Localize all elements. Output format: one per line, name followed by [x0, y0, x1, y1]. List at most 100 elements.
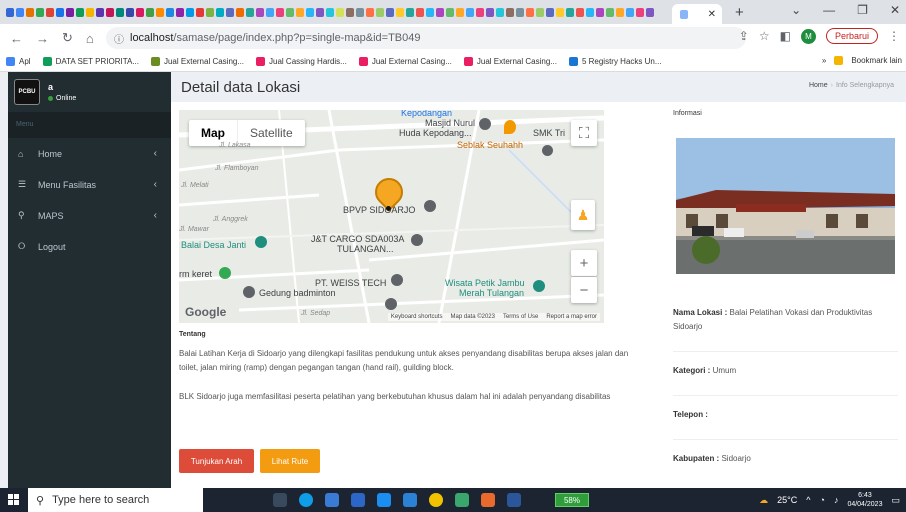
pegman-icon[interactable]: ♟: [571, 200, 595, 230]
tab-favicon-icon[interactable]: [366, 7, 374, 17]
star-icon[interactable]: ☆: [759, 29, 770, 43]
tab-favicon-icon[interactable]: [6, 7, 14, 17]
tab-favicon-icon[interactable]: [196, 7, 204, 17]
tab-favicon-icon[interactable]: [516, 7, 524, 17]
poi-marker-icon[interactable]: [385, 298, 397, 310]
tab-favicon-icon[interactable]: [646, 7, 654, 17]
tab-favicon-icon[interactable]: [566, 7, 574, 17]
taskbar-search-input[interactable]: ⚲ Type here to search: [28, 488, 203, 512]
tab-favicon-icon[interactable]: [146, 7, 154, 17]
url-input[interactable]: ⓘ localhost/samase/page/index.php?p=sing…: [106, 27, 746, 49]
tab-favicon-icon[interactable]: [506, 7, 514, 17]
tab-favicon-icon[interactable]: [386, 7, 394, 17]
update-button[interactable]: Perbarui: [825, 28, 878, 44]
tab-favicon-icon[interactable]: [446, 7, 454, 17]
tab-favicon-icon[interactable]: [96, 7, 104, 17]
clock[interactable]: 6:43 04/04/2023: [847, 491, 882, 509]
tab-favicon-icon[interactable]: [626, 7, 634, 17]
bookmark-item[interactable]: DATA SET PRIORITA...: [42, 57, 139, 66]
temperature[interactable]: 25°C: [777, 495, 797, 505]
breadcrumb-home[interactable]: Home: [809, 82, 828, 89]
tab-favicon-icon[interactable]: [26, 7, 34, 17]
tab-favicon-icon[interactable]: [326, 7, 334, 17]
keyboard-shortcuts-link[interactable]: Keyboard shortcuts: [391, 314, 443, 320]
bookmark-item[interactable]: Jual Cassing Hardis...: [256, 57, 347, 66]
tab-favicon-icon[interactable]: [476, 7, 484, 17]
word-icon[interactable]: [507, 493, 521, 507]
tab-favicon-icon[interactable]: [616, 7, 624, 17]
new-tab-icon[interactable]: +: [735, 4, 744, 21]
tab-favicon-icon[interactable]: [346, 7, 354, 17]
volume-icon[interactable]: ♪: [834, 495, 839, 505]
tab-favicon-icon[interactable]: [216, 7, 224, 17]
food-marker-icon[interactable]: [504, 120, 516, 134]
tab-favicon-icon[interactable]: [396, 7, 404, 17]
task-view-icon[interactable]: [273, 493, 287, 507]
tab-favicon-icon[interactable]: [456, 7, 464, 17]
report-error-link[interactable]: Report a map error: [546, 314, 597, 320]
app-icon[interactable]: [455, 493, 469, 507]
tab-favicon-icon[interactable]: [16, 7, 24, 17]
fullscreen-icon[interactable]: ⛶: [571, 120, 597, 146]
kebab-menu-icon[interactable]: ⋮: [888, 29, 900, 43]
other-bookmarks[interactable]: Bookmark lain: [851, 56, 902, 65]
tab-favicons[interactable]: [6, 7, 654, 17]
tab-favicon-icon[interactable]: [276, 7, 284, 17]
market-marker-icon[interactable]: [219, 267, 231, 279]
store-icon[interactable]: [351, 493, 365, 507]
tab-favicon-icon[interactable]: [336, 7, 344, 17]
zoom-out-button[interactable]: −: [571, 277, 597, 303]
notifications-icon[interactable]: ▭: [891, 495, 900, 506]
windows-start-icon[interactable]: [0, 494, 28, 506]
mail-icon[interactable]: [377, 493, 391, 507]
bookmark-item[interactable]: Jual External Casing...: [463, 57, 557, 66]
tab-favicon-icon[interactable]: [236, 7, 244, 17]
bookmark-item[interactable]: Apl: [6, 57, 31, 66]
sidebar-item-home[interactable]: ⌂ Home ‹: [8, 138, 171, 169]
tab-favicon-icon[interactable]: [206, 7, 214, 17]
xampp-icon[interactable]: [481, 493, 495, 507]
tab-favicon-icon[interactable]: [306, 7, 314, 17]
weather-icon[interactable]: ☁: [759, 495, 768, 506]
sidebar-item-menu-fasilitas[interactable]: ☰ Menu Fasilitas ‹: [8, 169, 171, 200]
tab-favicon-icon[interactable]: [376, 7, 384, 17]
school-marker-icon[interactable]: [542, 145, 553, 156]
tab-favicon-icon[interactable]: [166, 7, 174, 17]
tab-favicon-icon[interactable]: [126, 7, 134, 17]
home-browser-icon[interactable]: ⌂: [86, 31, 94, 46]
bookmark-item[interactable]: 5 Registry Hacks Un...: [568, 57, 662, 66]
badminton-marker-icon[interactable]: [243, 286, 255, 298]
bookmark-item[interactable]: Jual External Casing...: [358, 57, 452, 66]
profile-avatar[interactable]: M: [800, 28, 816, 44]
tab-favicon-icon[interactable]: [496, 7, 504, 17]
vscode-icon[interactable]: [403, 493, 417, 507]
tab-favicon-icon[interactable]: [606, 7, 614, 17]
tab-favicon-icon[interactable]: [316, 7, 324, 17]
tab-favicon-icon[interactable]: [66, 7, 74, 17]
tab-favicon-icon[interactable]: [596, 7, 604, 17]
sidepanel-icon[interactable]: ◧: [780, 29, 791, 43]
weiss-marker-icon[interactable]: [391, 274, 403, 286]
tab-favicon-icon[interactable]: [526, 7, 534, 17]
tab-favicon-icon[interactable]: [106, 7, 114, 17]
share-icon[interactable]: ⇪: [739, 29, 749, 43]
close-window-icon[interactable]: ✕: [890, 3, 900, 17]
village-hall-marker-icon[interactable]: [255, 236, 267, 248]
forward-icon[interactable]: →: [36, 31, 49, 46]
tab-favicon-icon[interactable]: [436, 7, 444, 17]
tab-favicon-icon[interactable]: [536, 7, 544, 17]
info-icon[interactable]: ⓘ: [114, 31, 124, 46]
tab-favicon-icon[interactable]: [356, 7, 364, 17]
chevron-up-icon[interactable]: ^: [806, 495, 810, 505]
tab-favicon-icon[interactable]: [176, 7, 184, 17]
show-directions-button[interactable]: Tunjukan Arah: [179, 449, 254, 473]
tab-favicon-icon[interactable]: [186, 7, 194, 17]
minimize-icon[interactable]: —: [823, 3, 835, 17]
tab-favicon-icon[interactable]: [46, 7, 54, 17]
chevron-down-icon[interactable]: ⌄: [791, 3, 801, 17]
tab-favicon-icon[interactable]: [296, 7, 304, 17]
tab-favicon-icon[interactable]: [486, 7, 494, 17]
tab-favicon-icon[interactable]: [226, 7, 234, 17]
tab-favicon-icon[interactable]: [256, 7, 264, 17]
tab-favicon-icon[interactable]: [546, 7, 554, 17]
